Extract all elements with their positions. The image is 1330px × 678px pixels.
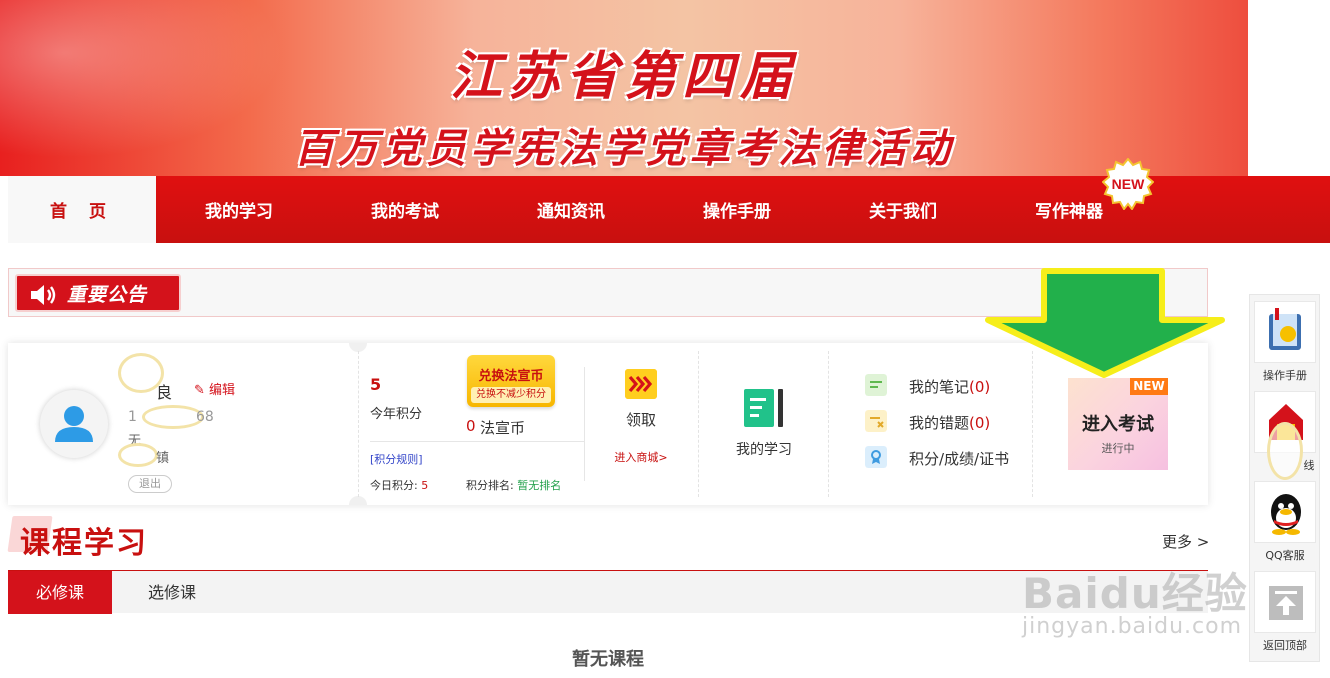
notice-tag-label: 重要公告 — [67, 283, 148, 306]
points-rank-value: 暂无排名 — [517, 479, 562, 492]
user-phone-suffix: 68 — [196, 409, 214, 425]
study-book-icon[interactable] — [744, 389, 786, 427]
my-notes-count: (0) — [969, 378, 991, 396]
sidebar-label: 线 — [1303, 459, 1315, 472]
course-section-title: 课程学习 — [20, 526, 148, 561]
certificate-icon — [865, 446, 887, 468]
nav-new-badge-text: NEW — [1112, 176, 1145, 192]
nav-new-badge-icon: NEW — [1102, 158, 1154, 210]
divider — [584, 367, 585, 481]
my-mistakes-label: 我的错题 — [909, 414, 970, 432]
divider — [370, 441, 584, 442]
back-to-top-icon — [1269, 586, 1303, 620]
nav-my-study[interactable]: 我的学习 — [156, 176, 322, 243]
right-sidebar: 操作手册 线 QQ客服 返回顶部 — [1249, 294, 1320, 662]
card-notch-bottom — [349, 496, 367, 505]
empty-course-message: 暂无课程 — [572, 649, 644, 670]
sidebar-label: QQ客服 — [1265, 549, 1305, 562]
enter-exam-button[interactable]: NEW 进入考试 进行中 — [1068, 378, 1168, 470]
redaction-mark — [118, 443, 158, 467]
coin-count: 0 — [466, 417, 476, 435]
coin-label: 法宣币 — [480, 419, 526, 437]
user-avatar-icon — [55, 406, 93, 442]
sidebar-label: 返回顶部 — [1263, 639, 1307, 652]
notice-tag[interactable]: 重要公告 — [15, 274, 181, 312]
nav-about[interactable]: 关于我们 — [820, 176, 986, 243]
my-study-label[interactable]: 我的学习 — [724, 439, 804, 459]
today-points-label: 今日积分: — [370, 479, 418, 492]
exchange-coin-button[interactable]: 兑换法宣币 兑换不减少积分 — [467, 355, 555, 407]
redaction-mark — [142, 405, 204, 429]
nav-my-exam[interactable]: 我的考试 — [322, 176, 488, 243]
year-points-value: 5 — [370, 375, 382, 394]
claim-label[interactable]: 领取 — [611, 409, 671, 430]
sidebar-label: 操作手册 — [1263, 369, 1307, 382]
nav-home[interactable]: 首 页 — [8, 176, 156, 243]
manual-book-icon — [1269, 308, 1301, 350]
logout-button[interactable]: 退出 — [128, 475, 172, 493]
notes-icon — [865, 374, 887, 396]
exam-new-badge: NEW — [1130, 378, 1168, 395]
chevrons-icon[interactable] — [625, 369, 657, 399]
divider — [828, 351, 829, 497]
banner-title-line2: 百万党员学宪法学党章考法律活动 — [294, 125, 954, 172]
nav-manual[interactable]: 操作手册 — [654, 176, 820, 243]
year-points-label: 今年积分 — [370, 407, 423, 422]
exchange-subtitle: 兑换不减少积分 — [471, 387, 551, 403]
sidebar-item-online[interactable]: 线 — [1254, 391, 1316, 480]
sidebar-icon-box — [1254, 301, 1316, 363]
sidebar-item-back-to-top[interactable]: 返回顶部 — [1254, 571, 1316, 655]
course-more-link[interactable]: 更多 > — [1162, 531, 1209, 552]
pencil-icon: ✎ — [194, 383, 205, 398]
enter-mall-link[interactable]: 进入商城> — [604, 449, 678, 465]
exam-title: 进入考试 — [1082, 414, 1154, 435]
divider — [698, 351, 699, 497]
my-mistakes-count: (0) — [969, 414, 991, 432]
qq-penguin-icon — [1271, 494, 1301, 535]
mistakes-icon — [865, 410, 887, 432]
baidu-watermark: Baidu经验 — [1022, 569, 1248, 618]
sidebar-item-qq[interactable]: QQ客服 — [1254, 481, 1316, 565]
sidebar-icon-box — [1254, 571, 1316, 633]
divider — [358, 351, 359, 497]
annotation-arrow-icon — [985, 268, 1225, 378]
my-mistakes-link[interactable]: 我的错题(0) — [865, 410, 1065, 434]
points-certs-link[interactable]: 积分/成绩/证书 — [865, 446, 1065, 470]
nav-news[interactable]: 通知资讯 — [488, 176, 654, 243]
points-certs-label: 积分/成绩/证书 — [909, 450, 1010, 468]
speaker-icon — [31, 285, 56, 305]
sidebar-icon-box — [1254, 391, 1316, 480]
sidebar-item-manual[interactable]: 操作手册 — [1254, 301, 1316, 385]
points-rank: 积分排名: 暂无排名 — [466, 477, 561, 493]
tab-required[interactable]: 必修课 — [8, 571, 112, 614]
my-notes-label: 我的笔记 — [909, 378, 970, 396]
points-rank-label: 积分排名: — [466, 479, 514, 492]
tab-elective[interactable]: 选修课 — [112, 571, 232, 614]
user-phone-prefix: 1 — [128, 409, 137, 425]
edit-profile-link[interactable]: ✎ 编辑 — [194, 379, 235, 398]
avatar[interactable] — [40, 390, 108, 458]
today-points: 今日积分: 5 — [370, 477, 428, 493]
sidebar-icon-box — [1254, 481, 1316, 543]
user-town: 镇 — [156, 451, 170, 466]
exchange-title: 兑换法宣币 — [478, 369, 544, 384]
points-rules-link[interactable]: [积分规则] — [370, 451, 423, 467]
banner-title-line1: 江苏省第四届 — [449, 46, 798, 107]
edit-label: 编辑 — [209, 383, 236, 398]
user-name: 良 — [156, 383, 173, 402]
top-banner: 江苏省第四届 百万党员学宪法学党章考法律活动 — [0, 0, 1248, 176]
exam-status: 进行中 — [1101, 442, 1135, 455]
today-points-value: 5 — [421, 479, 429, 492]
baidu-watermark-url: jingyan.baidu.com — [1022, 614, 1243, 639]
